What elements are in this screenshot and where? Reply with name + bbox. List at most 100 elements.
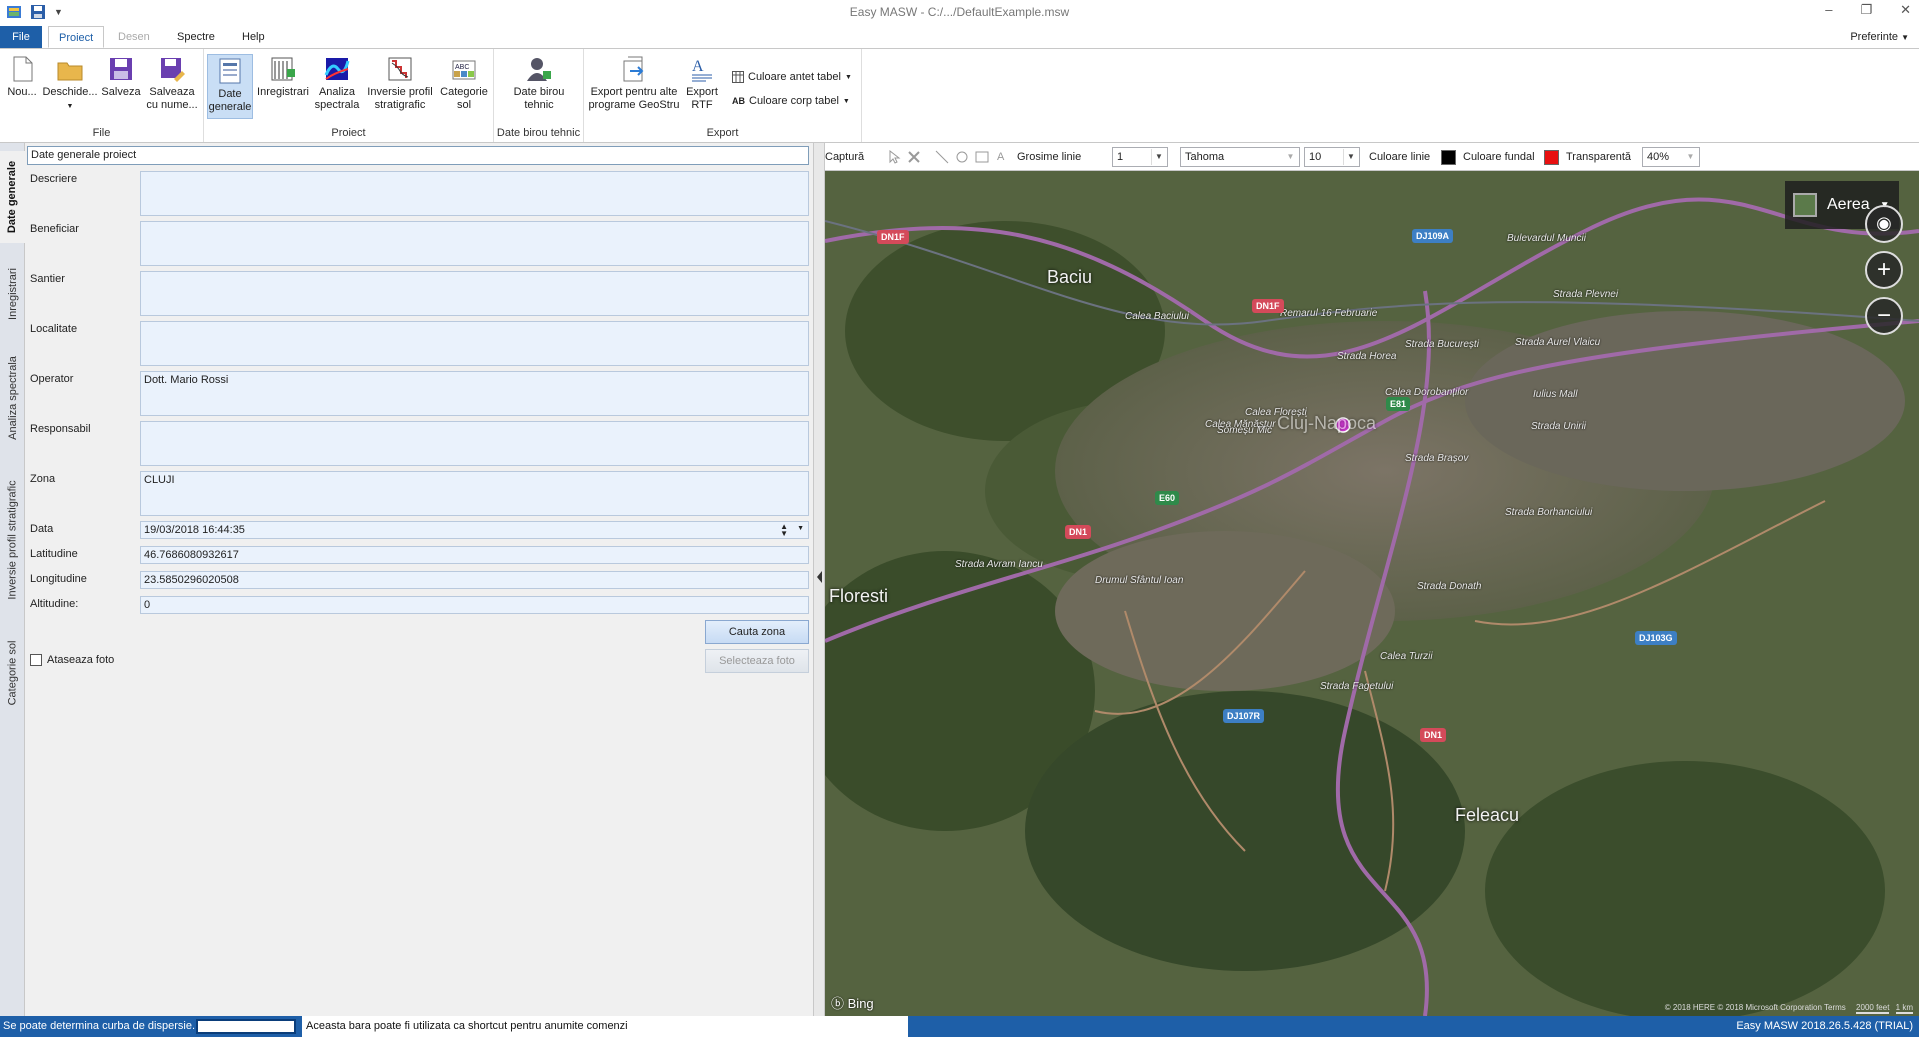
save-button[interactable]: Salveza: [100, 53, 142, 99]
soil-category-icon: ABC: [452, 60, 476, 80]
map-street-label: Iulius Mall: [1533, 389, 1578, 400]
plus-icon: +: [1876, 256, 1891, 283]
transparency-select[interactable]: 40% ▼: [1642, 147, 1700, 167]
localitate-field[interactable]: [140, 321, 809, 366]
chevron-down-icon: ▼: [1901, 33, 1909, 42]
font-size-select[interactable]: 10 ▼: [1304, 147, 1360, 167]
general-data-button[interactable]: Date generale: [207, 54, 253, 119]
date-value: 19/03/2018 16:44:35: [144, 524, 245, 536]
zoom-in-button[interactable]: +: [1865, 251, 1903, 289]
operator-label: Operator: [30, 373, 74, 385]
technical-office-button[interactable]: Date birou tehnic: [508, 53, 570, 112]
general-data-label-1: Date: [218, 88, 242, 100]
date-picker[interactable]: 19/03/2018 16:44:35 ▲ ▼ ▼: [140, 521, 809, 539]
restore-button[interactable]: ❐: [1860, 2, 1872, 18]
descriere-field[interactable]: [140, 171, 809, 216]
tab-help[interactable]: Help: [232, 26, 275, 48]
map-street-label: Remarul 16 Februarie: [1280, 308, 1378, 319]
pointer-icon[interactable]: [887, 150, 901, 164]
map-street-label: Strada Plevnei: [1553, 289, 1619, 300]
transparency-value: 40%: [1647, 151, 1670, 163]
spinner-icon[interactable]: ▲ ▼: [780, 523, 788, 538]
open-button[interactable]: Deschide... ▼: [42, 53, 98, 113]
shortcut-bar[interactable]: Aceasta bara poate fi utilizata ca short…: [302, 1016, 908, 1037]
save-as-button[interactable]: Salveaza cu nume...: [144, 53, 200, 112]
tab-spectre[interactable]: Spectre: [167, 26, 225, 48]
side-tab-date-generale[interactable]: Date generale: [0, 151, 25, 243]
altitudine-label: Altitudine:: [30, 598, 79, 610]
ellipse-tool-icon[interactable]: [955, 150, 969, 164]
fill-color-swatch[interactable]: [1544, 150, 1559, 165]
zona-label: Zona: [30, 473, 56, 485]
side-tabs: Date generale Inregistrari Analiza spect…: [0, 143, 25, 1016]
aerial-map[interactable]: Baciu Cluj-Napoca Floresti Feleacu Calea…: [825, 171, 1919, 1016]
new-button[interactable]: Nou...: [4, 53, 40, 99]
export-geostru-button[interactable]: Export pentru alte programe GeoStru: [588, 53, 680, 112]
search-zone-button[interactable]: Cauta zona: [705, 620, 809, 644]
window-title: Easy MASW - C:/.../DefaultExample.msw: [849, 5, 1070, 19]
preferences-label: Preferinte: [1850, 31, 1899, 43]
soil-label-1: Categorie: [440, 86, 488, 98]
save-icon: [110, 58, 132, 80]
export-rtf-button[interactable]: A Export RTF: [684, 53, 720, 112]
calendar-dropdown-icon[interactable]: ▼: [797, 525, 804, 532]
side-tab-analiza-spectrala[interactable]: Analiza spectrala: [0, 343, 25, 453]
capture-button[interactable]: Captură: [825, 151, 864, 163]
scale-bar-km: 1 km: [1895, 1003, 1913, 1014]
rectangle-tool-icon[interactable]: [975, 150, 989, 164]
collapse-arrow-icon[interactable]: [817, 571, 822, 583]
side-tab-categorie-sol[interactable]: Categorie sol: [0, 623, 25, 723]
operator-field[interactable]: Dott. Mario Rossi: [140, 371, 809, 416]
spectral-analysis-button[interactable]: Analiza spectrala: [312, 53, 362, 112]
beneficiar-field[interactable]: [140, 221, 809, 266]
tab-proiect[interactable]: Proiect: [48, 26, 105, 48]
altitudine-field[interactable]: 0: [140, 596, 809, 614]
tab-desen[interactable]: Desen: [108, 26, 160, 48]
text-color-icon: AB: [732, 96, 745, 106]
zona-field[interactable]: CLUJI: [140, 471, 809, 516]
responsabil-field[interactable]: [140, 421, 809, 466]
zoom-out-button[interactable]: −: [1865, 297, 1903, 335]
transparency-label: Transparentă: [1566, 151, 1632, 163]
latitudine-field[interactable]: 46.7686080932617: [140, 546, 809, 564]
map-street-label: Strada Fagetului: [1320, 681, 1394, 692]
chevron-down-icon: ▼: [844, 73, 852, 81]
map-style-label: Aerea: [1827, 196, 1870, 213]
attach-photo-checkbox[interactable]: Ataseaza foto: [30, 654, 114, 666]
santier-field[interactable]: [140, 271, 809, 316]
side-tab-inversie-profil[interactable]: Inversie profil stratigrafic: [0, 465, 25, 615]
map-street-label: Bulevardul Muncii: [1507, 233, 1586, 244]
select-photo-button[interactable]: Selecteaza foto: [705, 649, 809, 673]
locate-me-button[interactable]: ◉: [1865, 205, 1903, 243]
road-shield: DN1F: [1252, 299, 1284, 313]
longitudine-label: Longitudine: [30, 573, 87, 585]
minimize-button[interactable]: –: [1825, 2, 1832, 18]
line-tool-icon[interactable]: [935, 150, 949, 164]
line-color-swatch[interactable]: [1441, 150, 1456, 165]
longitudine-field[interactable]: 23.5850296020508: [140, 571, 809, 589]
font-select[interactable]: Tahoma ▼: [1180, 147, 1300, 167]
checkbox-icon: [30, 654, 42, 666]
line-width-select[interactable]: 1 ▼: [1112, 147, 1168, 167]
preferences-menu[interactable]: Preferinte ▼: [1850, 31, 1909, 43]
table-body-color-button[interactable]: AB Culoare corp tabel ▼: [732, 95, 850, 107]
delete-shape-icon[interactable]: [907, 150, 921, 164]
road-shield: DJ103G: [1635, 631, 1677, 645]
close-button[interactable]: ✕: [1900, 2, 1911, 18]
inversion-profile-button[interactable]: Inversie profil stratigrafic: [364, 53, 436, 112]
svg-text:A: A: [692, 58, 704, 75]
soil-category-button[interactable]: ABC Categorie sol: [438, 53, 490, 112]
map-street-label: Strada Horea: [1337, 351, 1397, 362]
panel-splitter[interactable]: [813, 143, 825, 1016]
line-width-value: 1: [1117, 151, 1124, 163]
text-tool-icon[interactable]: A: [997, 151, 1004, 163]
table-header-color-button[interactable]: Culoare antet tabel ▼: [732, 71, 852, 83]
recordings-button[interactable]: Inregistrari: [256, 53, 310, 99]
tab-file[interactable]: File: [0, 26, 42, 48]
side-tab-inregistrari[interactable]: Inregistrari: [0, 255, 25, 333]
map-city-label: Floresti: [829, 586, 889, 606]
form-header: Date generale proiect: [27, 146, 809, 165]
attach-photo-label: Ataseaza foto: [47, 654, 115, 666]
save-as-label-1: Salveaza: [149, 86, 195, 98]
latitudine-label: Latitudine: [30, 548, 78, 560]
